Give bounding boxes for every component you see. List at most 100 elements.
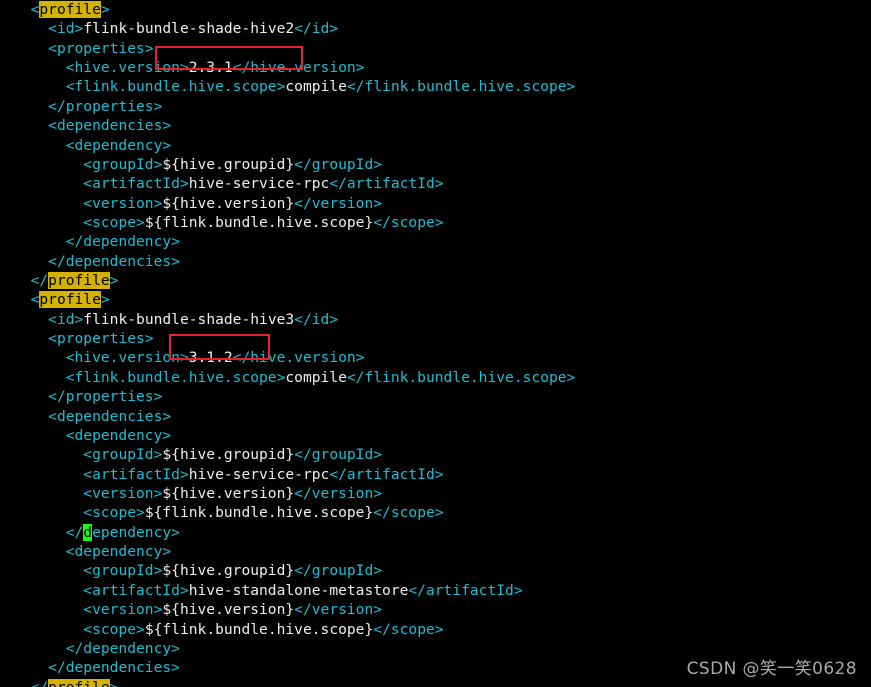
csdn-watermark: CSDN @笑一笑0628 (686, 659, 857, 679)
code-viewport[interactable]: <profile> <id>flink-bundle-shade-hive2</… (0, 0, 871, 687)
code-line: <scope>${flink.bundle.hive.scope}</scope… (0, 213, 871, 232)
xml-tag: </id> (294, 310, 339, 328)
xml-text: 3.1.2 (188, 349, 233, 367)
code-line: </dependency> (0, 523, 871, 542)
xml-tag: </groupId> (294, 562, 383, 580)
terminal-screen: <profile> <id>flink-bundle-shade-hive2</… (0, 0, 871, 687)
xml-text: 2.3.1 (188, 59, 233, 77)
xml-text: ${hive.version} (162, 484, 295, 502)
code-line: <version>${hive.version}</version> (0, 194, 871, 213)
xml-tag: </dependency> (65, 639, 180, 657)
code-line: <groupId>${hive.groupid}</groupId> (0, 561, 871, 580)
xml-tag: <groupId> (83, 446, 163, 464)
code-line: <scope>${flink.bundle.hive.scope}</scope… (0, 620, 871, 639)
cursor-block: d (83, 523, 93, 541)
code-line: <artifactId>hive-service-rpc</artifactId… (0, 174, 871, 193)
xml-tag: </dependencies> (48, 252, 180, 270)
xml-tag: </dependencies> (48, 659, 180, 677)
xml-tag: <groupId> (83, 155, 163, 173)
xml-tag: <artifactId> (83, 581, 189, 599)
xml-text: compile (285, 368, 347, 386)
code-line: <artifactId>hive-standalone-metastore</a… (0, 581, 871, 600)
xml-tag: > (100, 1, 110, 18)
xml-tag: <scope> (83, 213, 145, 231)
code-line: <artifactId>hive-service-rpc</artifactId… (0, 465, 871, 484)
xml-tag: <id> (48, 310, 84, 328)
code-line: <dependencies> (0, 407, 871, 426)
xml-text: ${hive.groupid} (162, 562, 295, 580)
xml-text: ${flink.bundle.hive.scope} (144, 504, 374, 522)
xml-text: ${hive.version} (162, 601, 295, 619)
search-highlight: profile (48, 272, 110, 290)
code-line: <version>${hive.version}</version> (0, 600, 871, 619)
code-line: <flink.bundle.hive.scope>compile</flink.… (0, 77, 871, 96)
xml-tag: <dependency> (65, 426, 172, 444)
xml-tag: </version> (294, 484, 383, 502)
xml-tag: </dependency> (65, 233, 180, 251)
code-line: <dependency> (0, 426, 871, 445)
xml-tag: <hive.version> (65, 349, 189, 367)
xml-tag: </scope> (373, 504, 444, 522)
xml-tag: <scope> (83, 620, 145, 638)
xml-tag: ependency> (92, 523, 180, 541)
code-line: </dependencies> (0, 252, 871, 271)
code-line: <groupId>${hive.groupid}</groupId> (0, 155, 871, 174)
xml-tag: <artifactId> (83, 175, 189, 193)
code-line: <profile> (0, 0, 871, 19)
xml-tag: > (109, 272, 119, 290)
xml-tag: > (100, 291, 110, 309)
xml-tag: </groupId> (294, 155, 383, 173)
xml-tag: </id> (294, 20, 339, 38)
code-line: </properties> (0, 97, 871, 116)
code-line: <id>flink-bundle-shade-hive2</id> (0, 19, 871, 38)
code-line: <properties> (0, 39, 871, 58)
search-highlight: profile (39, 291, 101, 309)
code-line: <properties> (0, 329, 871, 348)
xml-text: ${hive.groupid} (162, 155, 295, 173)
xml-tag: > (110, 679, 119, 687)
code-line: <dependency> (0, 136, 871, 155)
xml-tag: <properties> (48, 39, 154, 57)
xml-tag: </version> (294, 194, 383, 212)
xml-tag: </ (31, 679, 49, 687)
code-line: </dependency> (0, 232, 871, 251)
xml-text: ${flink.bundle.hive.scope} (144, 620, 374, 638)
code-line: <groupId>${hive.groupid}</groupId> (0, 445, 871, 464)
xml-text: compile (285, 78, 347, 96)
xml-tag: <flink.bundle.hive.scope> (65, 78, 286, 96)
xml-tag: </hive.version> (232, 59, 365, 77)
code-line: </profile> (0, 271, 871, 290)
xml-tag: </flink.bundle.hive.scope> (346, 368, 576, 386)
xml-tag: <groupId> (83, 562, 163, 580)
xml-tag: <id> (48, 20, 84, 38)
code-line: <hive.version>3.1.2</hive.version> (0, 348, 871, 367)
xml-tag: </artifactId> (329, 175, 444, 193)
xml-text: ${hive.version} (162, 194, 295, 212)
code-line: <dependencies> (0, 116, 871, 135)
xml-text: ${flink.bundle.hive.scope} (144, 213, 374, 231)
search-highlight: profile (39, 1, 101, 18)
xml-tag: <dependency> (65, 543, 172, 561)
xml-tag: <version> (83, 484, 163, 502)
code-line: <dependency> (0, 542, 871, 561)
xml-tag: </ (65, 523, 84, 541)
xml-text: flink-bundle-shade-hive2 (83, 20, 295, 38)
xml-tag: </artifactId> (329, 465, 444, 483)
xml-tag: </flink.bundle.hive.scope> (346, 78, 576, 96)
xml-tag: <dependencies> (48, 407, 172, 425)
xml-tag: <artifactId> (83, 465, 189, 483)
code-line: <hive.version>2.3.1</hive.version> (0, 58, 871, 77)
xml-tag: <version> (83, 601, 163, 619)
xml-tag: </artifactId> (408, 581, 523, 599)
xml-tag: </scope> (373, 620, 444, 638)
xml-tag: <properties> (48, 330, 154, 348)
xml-text: ${hive.groupid} (162, 446, 295, 464)
code-line: <profile> (0, 290, 871, 309)
code-line: <flink.bundle.hive.scope>compile</flink.… (0, 368, 871, 387)
xml-tag: </ (30, 272, 49, 290)
xml-text: hive-standalone-metastore (188, 581, 409, 599)
xml-tag: </version> (294, 601, 383, 619)
xml-tag: </properties> (48, 97, 163, 115)
code-line: <scope>${flink.bundle.hive.scope}</scope… (0, 503, 871, 522)
xml-tag: </hive.version> (232, 349, 365, 367)
